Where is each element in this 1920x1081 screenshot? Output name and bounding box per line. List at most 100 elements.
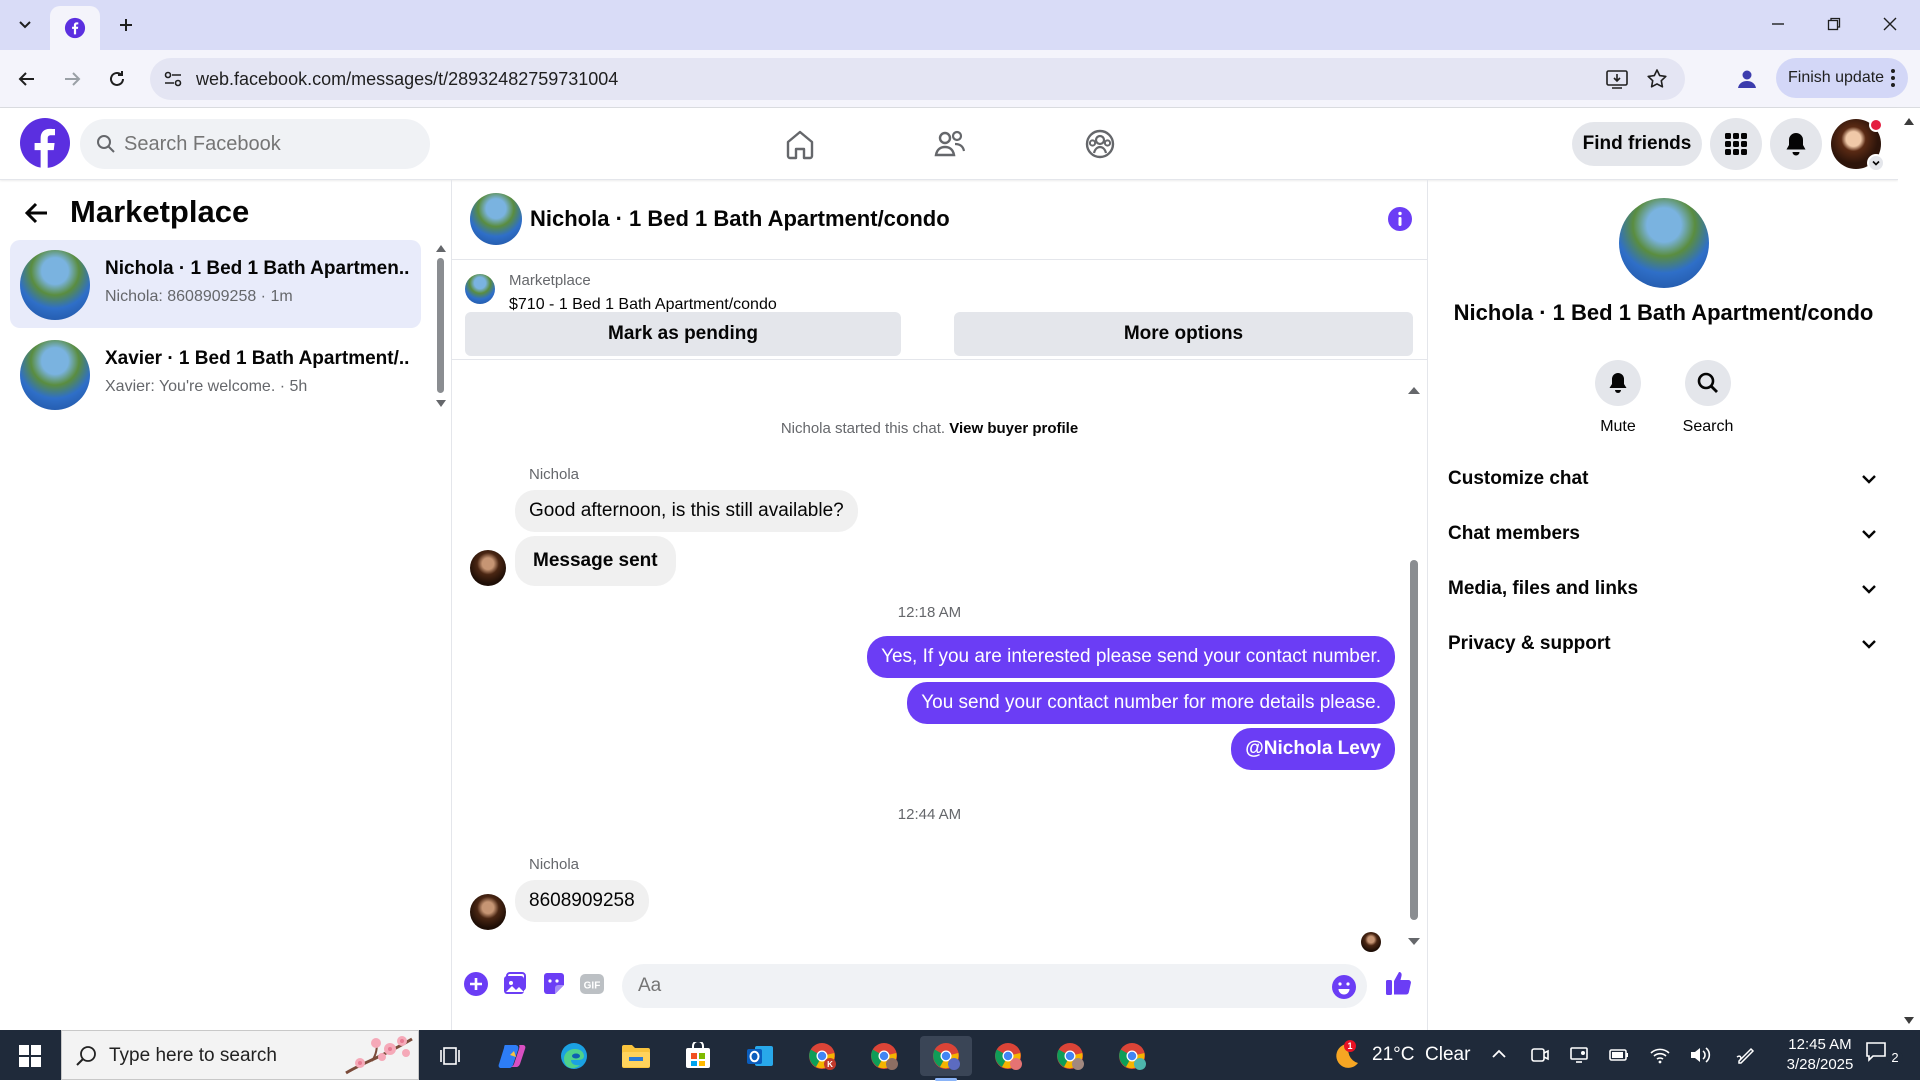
timestamp: 12:44 AM bbox=[897, 806, 962, 823]
pen-icon[interactable] bbox=[1735, 1045, 1757, 1065]
chrome-icon bbox=[1119, 1043, 1146, 1070]
scroll-down-icon bbox=[1408, 938, 1420, 945]
start-button[interactable] bbox=[4, 1036, 56, 1076]
restore-button[interactable] bbox=[1806, 0, 1862, 48]
search-in-chat-button[interactable] bbox=[1685, 360, 1731, 406]
chrome-app-profile-4[interactable] bbox=[982, 1036, 1034, 1076]
edge-app[interactable] bbox=[548, 1036, 600, 1076]
message-input-field[interactable] bbox=[622, 964, 1367, 1008]
file-explorer-app[interactable] bbox=[610, 1036, 662, 1076]
microsoft-store-app[interactable] bbox=[672, 1036, 724, 1076]
find-friends-button[interactable]: Find friends bbox=[1572, 122, 1702, 166]
customize-chat-section[interactable]: Customize chat bbox=[1448, 460, 1888, 500]
groups-icon bbox=[1085, 129, 1115, 159]
chat-title[interactable]: Nichola · 1 Bed 1 Bath Apartment/condo bbox=[530, 206, 950, 232]
privacy-support-section[interactable]: Privacy & support bbox=[1448, 625, 1888, 665]
chrome-app-profile-5[interactable] bbox=[1044, 1036, 1096, 1076]
message-thread-scrollbar[interactable] bbox=[1404, 380, 1424, 950]
copilot-app[interactable] bbox=[486, 1036, 538, 1076]
weather-text: 21°C Clear bbox=[1372, 1044, 1471, 1065]
system-clock[interactable]: 12:45 AM 3/28/2025 bbox=[1770, 1035, 1870, 1075]
gif-button[interactable]: GIF bbox=[578, 970, 606, 998]
reload-button[interactable] bbox=[100, 62, 134, 96]
bookmark-star-icon[interactable] bbox=[1645, 67, 1669, 91]
battery-icon[interactable] bbox=[1608, 1045, 1630, 1065]
site-info-icon[interactable] bbox=[162, 68, 184, 90]
conversation-item[interactable]: Nichola · 1 Bed 1 Bath Apartmen... Nicho… bbox=[10, 240, 421, 328]
notifications-button[interactable] bbox=[1770, 118, 1822, 170]
more-actions-button[interactable] bbox=[462, 970, 490, 998]
facebook-logo[interactable] bbox=[20, 118, 70, 168]
outgoing-message[interactable]: Yes, If you are interested please send y… bbox=[867, 636, 1395, 678]
incoming-message[interactable]: Good afternoon, is this still available? bbox=[515, 490, 858, 532]
incoming-message[interactable]: Message sent bbox=[515, 536, 676, 586]
browser-tab-facebook[interactable] bbox=[50, 6, 100, 50]
address-bar[interactable]: web.facebook.com/messages/t/289324827597… bbox=[150, 58, 1685, 100]
sender-name: Nichola bbox=[529, 466, 580, 483]
outgoing-message[interactable]: @Nichola Levy bbox=[1231, 728, 1395, 770]
attach-photo-button[interactable] bbox=[500, 970, 528, 998]
media-files-links-section[interactable]: Media, files and links bbox=[1448, 570, 1888, 610]
groups-nav-button[interactable] bbox=[1050, 118, 1150, 170]
search-action[interactable]: Search bbox=[1663, 360, 1753, 436]
chat-avatar[interactable] bbox=[470, 193, 522, 245]
outlook-app[interactable] bbox=[734, 1036, 786, 1076]
url-text: web.facebook.com/messages/t/289324827597… bbox=[196, 69, 619, 89]
taskbar-search[interactable]: Type here to search bbox=[61, 1030, 419, 1080]
browser-profile-button[interactable] bbox=[1730, 62, 1764, 96]
more-options-button[interactable]: More options bbox=[954, 312, 1413, 356]
info-button[interactable] bbox=[1387, 206, 1413, 232]
new-tab-button[interactable] bbox=[110, 10, 142, 40]
tab-search-button[interactable] bbox=[8, 10, 42, 40]
home-nav-button[interactable] bbox=[750, 118, 850, 170]
facebook-search-input[interactable] bbox=[124, 119, 414, 169]
chrome-app-profile-k[interactable]: K bbox=[796, 1036, 848, 1076]
sticker-button[interactable] bbox=[540, 970, 568, 998]
task-view-button[interactable] bbox=[424, 1036, 476, 1076]
chrome-app-active[interactable] bbox=[920, 1036, 972, 1081]
search-icon bbox=[1697, 372, 1718, 393]
minimize-button[interactable] bbox=[1750, 0, 1806, 48]
mute-button[interactable] bbox=[1595, 360, 1641, 406]
meet-now-icon[interactable] bbox=[1530, 1045, 1550, 1065]
outgoing-message[interactable]: You send your contact number for more de… bbox=[907, 682, 1395, 724]
chat-info-avatar[interactable] bbox=[1619, 198, 1709, 288]
menu-button[interactable] bbox=[1710, 118, 1762, 170]
display-icon[interactable] bbox=[1569, 1045, 1589, 1065]
finish-update-label: Finish update bbox=[1788, 69, 1885, 86]
notification-center-button[interactable]: 2 bbox=[1865, 1040, 1905, 1070]
show-hidden-icons-icon[interactable] bbox=[1490, 1045, 1508, 1063]
mark-as-pending-button[interactable]: Mark as pending bbox=[465, 312, 901, 356]
send-like-button[interactable] bbox=[1384, 968, 1414, 998]
finish-update-button[interactable]: Finish update bbox=[1776, 58, 1908, 98]
install-app-icon[interactable] bbox=[1605, 68, 1629, 90]
scroll-thumb[interactable] bbox=[437, 258, 444, 393]
conversation-list-scrollbar[interactable] bbox=[434, 240, 448, 410]
chat-members-section[interactable]: Chat members bbox=[1448, 515, 1888, 555]
page-scrollbar[interactable] bbox=[1898, 108, 1920, 1030]
volume-icon[interactable] bbox=[1689, 1045, 1711, 1065]
friends-nav-button[interactable] bbox=[900, 118, 1000, 170]
sender-avatar[interactable] bbox=[470, 894, 506, 930]
scroll-thumb[interactable] bbox=[1410, 560, 1418, 920]
forward-button[interactable] bbox=[55, 62, 89, 96]
mute-action[interactable]: Mute bbox=[1573, 360, 1663, 436]
listing-thumbnail[interactable] bbox=[465, 274, 495, 304]
message-input[interactable] bbox=[638, 964, 1318, 1008]
section-label: Media, files and links bbox=[1448, 578, 1639, 599]
chrome-app-profile-6[interactable] bbox=[1106, 1036, 1158, 1076]
facebook-search[interactable] bbox=[80, 119, 430, 169]
conversation-item[interactable]: Xavier · 1 Bed 1 Bath Apartment/... Xavi… bbox=[10, 330, 421, 418]
sender-avatar[interactable] bbox=[470, 550, 506, 586]
browser-toolbar: web.facebook.com/messages/t/289324827597… bbox=[0, 50, 1920, 108]
incoming-message[interactable]: 8608909258 bbox=[515, 880, 649, 922]
account-avatar[interactable] bbox=[1831, 118, 1885, 172]
back-button[interactable] bbox=[10, 62, 44, 96]
chrome-app-profile-2[interactable] bbox=[858, 1036, 910, 1076]
emoji-button[interactable] bbox=[1331, 974, 1357, 1000]
close-window-button[interactable] bbox=[1862, 0, 1918, 48]
wifi-icon[interactable] bbox=[1649, 1045, 1671, 1065]
view-buyer-profile-link[interactable]: View buyer profile bbox=[949, 420, 1078, 437]
weather-widget[interactable]: 1 21°C Clear bbox=[1328, 1030, 1470, 1080]
back-arrow-button[interactable] bbox=[24, 200, 50, 226]
